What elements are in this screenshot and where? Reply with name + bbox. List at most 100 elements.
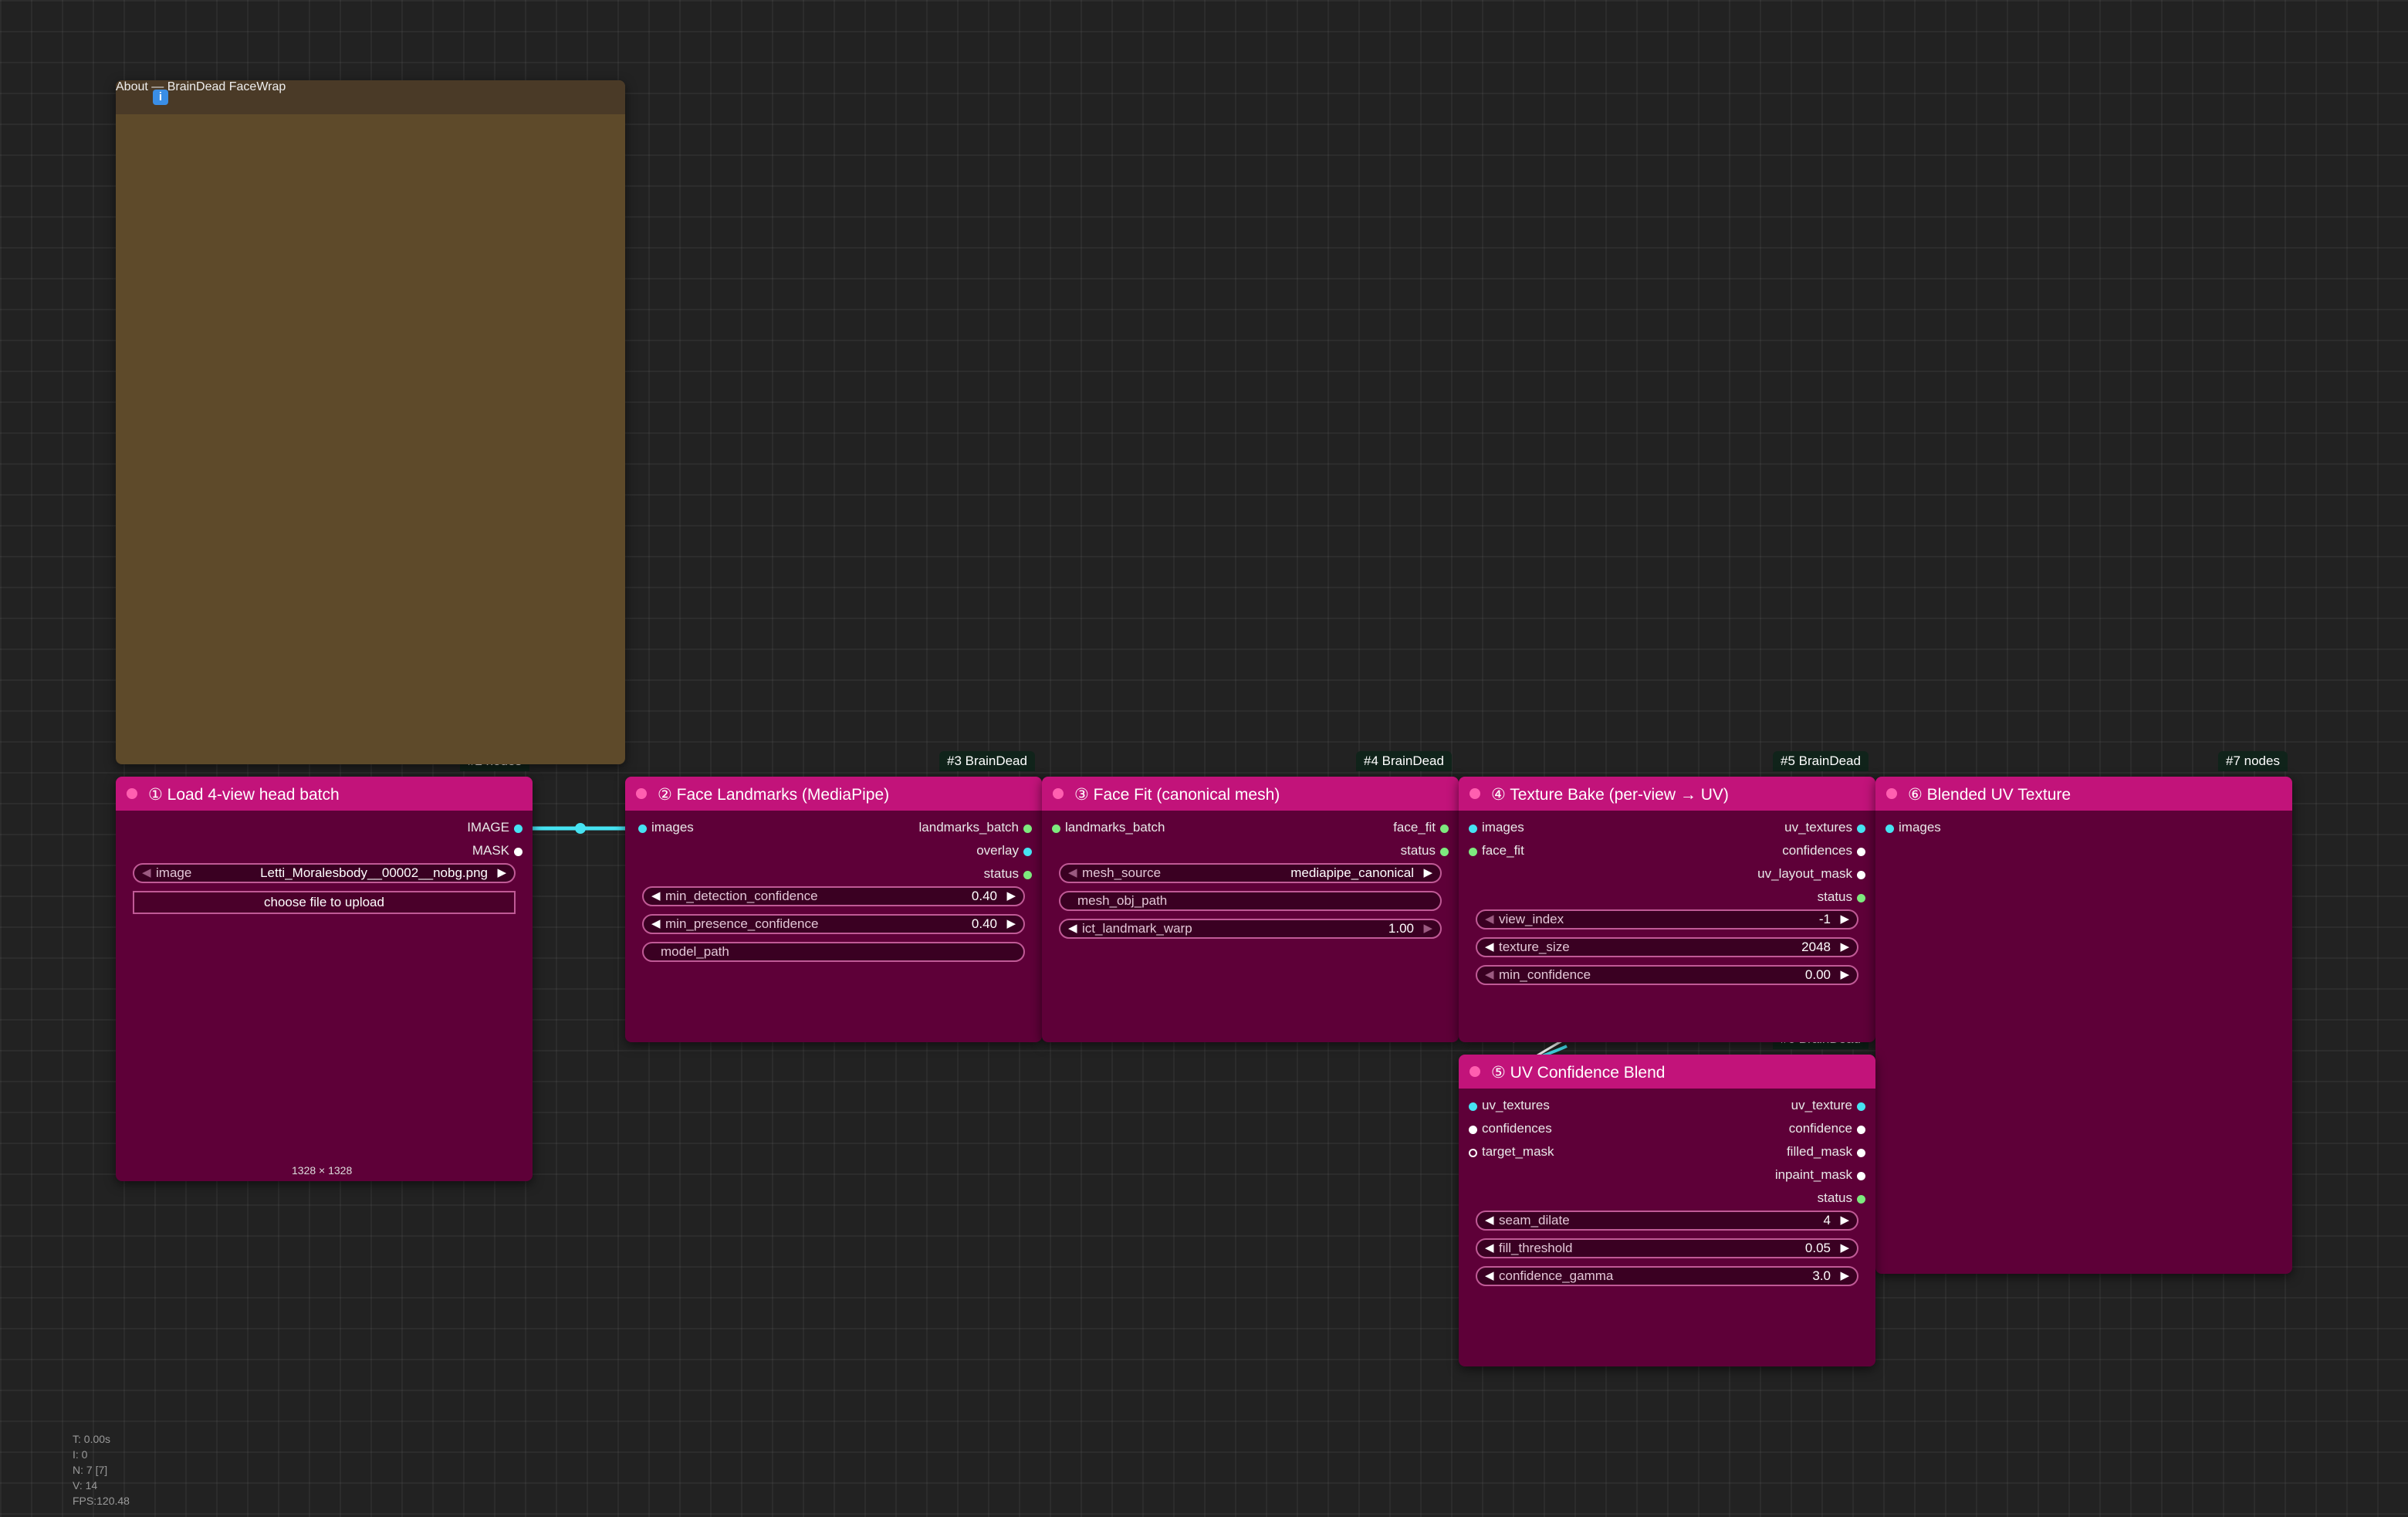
collapse-dot[interactable] <box>636 788 647 799</box>
collapse-dot[interactable] <box>1469 788 1480 799</box>
port-dot[interactable] <box>514 825 523 833</box>
blended-uv-preview-node[interactable]: ⑥ Blended UV Texture images <box>1875 777 2292 1274</box>
collapse-dot[interactable] <box>1886 788 1897 799</box>
decrement-arrow[interactable]: ◀ <box>1485 940 1494 953</box>
port-dot[interactable] <box>1857 1149 1865 1157</box>
output-status[interactable]: status <box>1818 889 1865 905</box>
increment-arrow[interactable]: ▶ <box>1006 889 1016 902</box>
output-inpaint-mask[interactable]: inpaint_mask <box>1775 1167 1865 1183</box>
port-dot[interactable] <box>1023 825 1032 833</box>
increment-arrow[interactable]: ▶ <box>1006 916 1016 930</box>
increment-arrow[interactable]: ▶ <box>1423 921 1432 935</box>
decrement-arrow[interactable]: ◀ <box>1068 921 1077 935</box>
node-titlebar[interactable]: ① Load 4-view head batch <box>116 777 533 811</box>
decrement-arrow[interactable]: ◀ <box>1485 912 1494 926</box>
output-filled-mask[interactable]: filled_mask <box>1787 1144 1865 1160</box>
node-titlebar[interactable]: ⑤ UV Confidence Blend <box>1459 1055 1875 1089</box>
decrement-arrow[interactable]: ◀ <box>1485 1268 1494 1282</box>
port-dot[interactable] <box>1023 848 1032 856</box>
port-dot[interactable] <box>1440 848 1449 856</box>
increment-arrow[interactable]: ▶ <box>1840 1213 1849 1227</box>
port-dot[interactable] <box>1469 1126 1477 1134</box>
port-dot[interactable] <box>1857 894 1865 902</box>
face-landmarks-node[interactable]: ② Face Landmarks (MediaPipe) images land… <box>625 777 1042 1042</box>
increment-arrow[interactable]: ▶ <box>1423 865 1432 879</box>
port-dot[interactable] <box>1857 1102 1865 1111</box>
port-dot[interactable] <box>1885 825 1894 833</box>
decrement-arrow[interactable]: ◀ <box>651 916 661 930</box>
output-confidence[interactable]: confidence <box>1789 1121 1865 1136</box>
decrement-arrow[interactable]: ◀ <box>142 865 151 879</box>
about-titlebar[interactable]: i About — BrainDead FaceWrap <box>116 80 625 114</box>
graph-canvas[interactable]: i About — BrainDead FaceWrap #2 nodes ① … <box>0 0 2408 1517</box>
node-titlebar[interactable]: ② Face Landmarks (MediaPipe) <box>625 777 1042 811</box>
output-mask[interactable]: MASK <box>472 843 523 858</box>
node-titlebar[interactable]: ③ Face Fit (canonical mesh) <box>1042 777 1459 811</box>
port-dot[interactable] <box>1469 1102 1477 1111</box>
input-landmarks-batch[interactable]: landmarks_batch <box>1052 820 1165 835</box>
decrement-arrow[interactable]: ◀ <box>1485 1213 1494 1227</box>
input-confidences[interactable]: confidences <box>1469 1121 1552 1136</box>
upload-button[interactable]: choose file to upload <box>133 891 516 914</box>
view-index-widget[interactable]: ◀ view_index -1 ▶ <box>1476 909 1858 930</box>
output-image[interactable]: IMAGE <box>467 820 523 835</box>
mesh-obj-path-field[interactable]: mesh_obj_path <box>1059 891 1442 911</box>
port-dot[interactable] <box>1052 825 1060 833</box>
increment-arrow[interactable]: ▶ <box>1840 940 1849 953</box>
ict-landmark-warp-widget[interactable]: ◀ ict_landmark_warp 1.00 ▶ <box>1059 919 1442 939</box>
output-confidences[interactable]: confidences <box>1782 843 1865 858</box>
fill-threshold-widget[interactable]: ◀ fill_threshold 0.05 ▶ <box>1476 1238 1858 1258</box>
port-dot[interactable] <box>1440 825 1449 833</box>
increment-arrow[interactable]: ▶ <box>1840 912 1849 926</box>
output-landmarks-batch[interactable]: landmarks_batch <box>919 820 1032 835</box>
input-uv-textures[interactable]: uv_textures <box>1469 1098 1550 1113</box>
port-dot[interactable] <box>1857 1195 1865 1204</box>
texture-size-widget[interactable]: ◀ texture_size 2048 ▶ <box>1476 937 1858 957</box>
collapse-dot[interactable] <box>127 788 137 799</box>
decrement-arrow[interactable]: ◀ <box>1068 865 1077 879</box>
port-dot[interactable] <box>638 825 647 833</box>
port-dot[interactable] <box>1857 1126 1865 1134</box>
port-dot[interactable] <box>1023 871 1032 879</box>
node-titlebar[interactable]: ④ Texture Bake (per-view → UV) <box>1459 777 1875 811</box>
input-target-mask[interactable]: target_mask <box>1469 1144 1554 1160</box>
port-dot[interactable] <box>1469 825 1477 833</box>
load-image-batch-node[interactable]: ① Load 4-view head batch IMAGE MASK ◀ im… <box>116 777 533 1181</box>
output-overlay[interactable]: overlay <box>976 843 1032 858</box>
min-detection-confidence-widget[interactable]: ◀ min_detection_confidence 0.40 ▶ <box>642 886 1025 906</box>
input-face-fit[interactable]: face_fit <box>1469 843 1524 858</box>
decrement-arrow[interactable]: ◀ <box>1485 1241 1494 1255</box>
port-dot[interactable] <box>1857 871 1865 879</box>
output-status[interactable]: status <box>1401 843 1449 858</box>
input-images[interactable]: images <box>1885 820 1941 835</box>
mesh-source-select[interactable]: ◀ mesh_source mediapipe_canonical ▶ <box>1059 863 1442 883</box>
port-dot[interactable] <box>1469 1149 1477 1157</box>
port-dot[interactable] <box>1469 848 1477 856</box>
increment-arrow[interactable]: ▶ <box>1840 1268 1849 1282</box>
seam-dilate-widget[interactable]: ◀ seam_dilate 4 ▶ <box>1476 1211 1858 1231</box>
output-face-fit[interactable]: face_fit <box>1393 820 1449 835</box>
input-images[interactable]: images <box>1469 820 1524 835</box>
image-select-widget[interactable]: ◀ image Letti_Moralesbody__00002__nobg.p… <box>133 863 516 883</box>
decrement-arrow[interactable]: ◀ <box>1485 967 1494 981</box>
output-status[interactable]: status <box>984 866 1032 882</box>
collapse-dot[interactable] <box>1053 788 1064 799</box>
face-fit-node[interactable]: ③ Face Fit (canonical mesh) landmarks_ba… <box>1042 777 1459 1042</box>
output-status[interactable]: status <box>1818 1190 1865 1206</box>
output-uv-textures[interactable]: uv_textures <box>1784 820 1865 835</box>
output-uv-layout-mask[interactable]: uv_layout_mask <box>1757 866 1865 882</box>
input-images[interactable]: images <box>638 820 694 835</box>
port-dot[interactable] <box>1857 1172 1865 1180</box>
collapse-dot[interactable] <box>1469 1066 1480 1077</box>
confidence-gamma-widget[interactable]: ◀ confidence_gamma 3.0 ▶ <box>1476 1266 1858 1286</box>
port-dot[interactable] <box>1857 825 1865 833</box>
texture-bake-node[interactable]: ④ Texture Bake (per-view → UV) images fa… <box>1459 777 1875 1042</box>
node-titlebar[interactable]: ⑥ Blended UV Texture <box>1875 777 2292 811</box>
decrement-arrow[interactable]: ◀ <box>651 889 661 902</box>
output-uv-texture[interactable]: uv_texture <box>1791 1098 1865 1113</box>
increment-arrow[interactable]: ▶ <box>497 865 506 879</box>
port-dot[interactable] <box>514 848 523 856</box>
model-path-field[interactable]: model_path <box>642 942 1025 962</box>
about-node[interactable]: i About — BrainDead FaceWrap <box>116 80 625 764</box>
min-confidence-widget[interactable]: ◀ min_confidence 0.00 ▶ <box>1476 965 1858 985</box>
